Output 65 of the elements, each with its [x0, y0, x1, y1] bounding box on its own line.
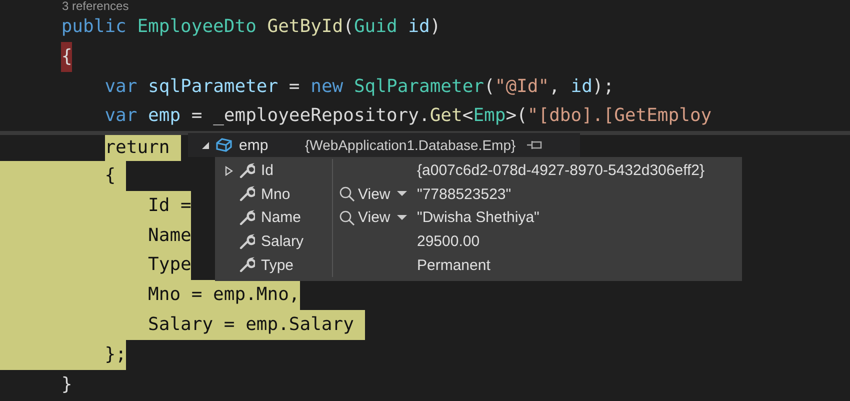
- code-token: Emp: [473, 104, 506, 128]
- property-name: Name: [261, 209, 302, 226]
- wrench-icon: [239, 162, 255, 179]
- code-token: id: [570, 74, 592, 99]
- code-token: id: [408, 15, 430, 39]
- code-token: (: [343, 15, 354, 39]
- code-token: =: [288, 74, 301, 99]
- object-icon: [215, 137, 233, 153]
- code-token: .: [418, 104, 430, 128]
- property-name: Mno: [261, 186, 290, 203]
- code-token: new: [310, 74, 344, 99]
- property-value: 29500.00: [417, 233, 480, 250]
- caret-icon: [397, 214, 408, 221]
- collapse-icon[interactable]: [202, 142, 209, 148]
- codelens-text[interactable]: 3 references: [62, 0, 129, 13]
- code-token: Get: [430, 104, 462, 128]
- code-token: <: [462, 104, 474, 128]
- code-token: Id =: [148, 194, 192, 218]
- search-icon: [339, 186, 355, 202]
- code-token: Type: [148, 253, 192, 278]
- caret-icon: [397, 191, 408, 198]
- property-name: Type: [261, 256, 294, 274]
- property-value: "7788523523": [417, 186, 512, 203]
- code-token: _employeeRepository: [213, 104, 419, 128]
- wrench-icon: [239, 234, 255, 250]
- code-token: };: [104, 342, 126, 367]
- code-token: var: [104, 74, 138, 99]
- property-value: {a007c6d2-078d-4927-8970-5432d306eff2}: [417, 162, 704, 180]
- code-token: >(: [506, 104, 528, 128]
- expand-icon[interactable]: [225, 166, 233, 176]
- property-value: "Dwisha Shethiya": [417, 209, 540, 226]
- wrench-icon: [239, 257, 255, 274]
- code-token: );: [592, 74, 614, 99]
- code-token: public: [61, 15, 128, 39]
- code-token: EmployeeDto: [137, 15, 258, 39]
- code-token: return: [104, 135, 181, 161]
- code-token: SqlParameter: [354, 74, 484, 99]
- code-token: (: [484, 74, 495, 99]
- code-token: var: [104, 104, 138, 128]
- search-icon: [339, 210, 355, 226]
- code-token: ,: [549, 74, 561, 99]
- property-value: Permanent: [417, 256, 490, 274]
- code-token: ): [430, 15, 441, 39]
- code-token: Name: [148, 224, 192, 248]
- code-token: =: [190, 104, 204, 128]
- code-token: emp: [148, 104, 181, 128]
- code-token: Guid: [354, 15, 398, 39]
- code-token: {: [61, 42, 72, 72]
- pin-icon[interactable]: [526, 139, 544, 151]
- variable-name: emp: [239, 136, 270, 154]
- variable-type: {WebApplication1.Database.Emp}: [305, 137, 516, 153]
- wrench-icon: [239, 210, 255, 226]
- code-token: GetById: [267, 15, 344, 39]
- code-token: "@Id": [494, 74, 550, 99]
- code-token: sqlParameter: [148, 74, 278, 99]
- code-token: "[dbo].[GetEmploy: [527, 104, 712, 128]
- wrench-icon: [239, 186, 255, 202]
- property-name: Id: [261, 162, 274, 180]
- code-token: Salary = emp.Salary: [148, 312, 355, 337]
- code-token: {: [104, 164, 117, 188]
- property-name: Salary: [261, 233, 304, 250]
- code-token: Mno = emp.Mno,: [148, 283, 300, 308]
- code-token: }: [61, 372, 72, 397]
- view-button[interactable]: View: [339, 209, 408, 226]
- view-button[interactable]: View: [339, 186, 408, 203]
